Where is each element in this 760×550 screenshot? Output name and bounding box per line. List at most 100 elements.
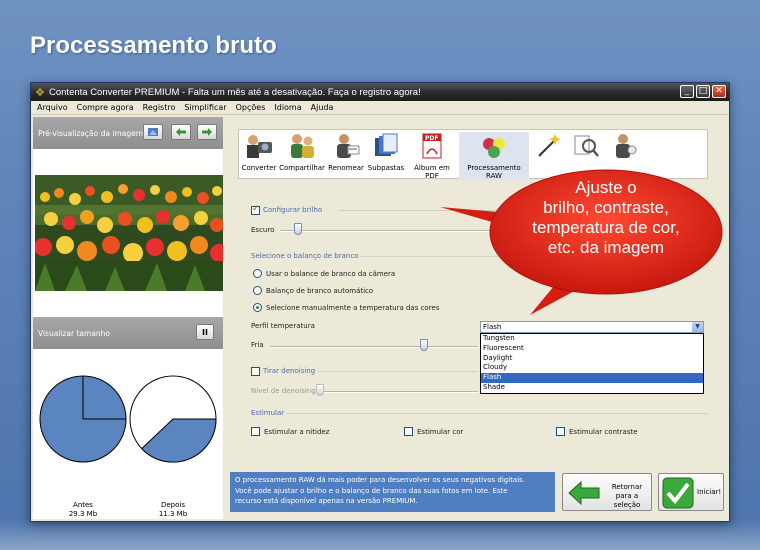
sharpen-checkbox[interactable] xyxy=(251,427,260,436)
tool-compartilhar[interactable]: Compartilhar xyxy=(279,132,325,172)
menu-compre-agora[interactable]: Compre agora xyxy=(77,103,134,112)
tool-album-pdf[interactable]: PDF Álbum em PDF xyxy=(407,132,457,180)
bottom-reflection xyxy=(0,520,760,550)
menu-registro[interactable]: Registro xyxy=(143,103,176,112)
wb-manual-label: Selecione manualmente a temperatura das … xyxy=(266,304,440,312)
callout-line-2: brilho, contraste, xyxy=(543,198,669,217)
preview-header: Pré-visualização da imagem xyxy=(33,117,223,149)
menu-simplificar[interactable]: Simplificar xyxy=(184,103,226,112)
tool-magic[interactable] xyxy=(531,132,565,164)
color-boost-checkbox[interactable] xyxy=(404,427,413,436)
callout-line-3: temperatura de cor, xyxy=(532,218,680,237)
preview-header-label: Pré-visualização da imagem xyxy=(38,128,144,138)
tool-converter[interactable]: Converter xyxy=(241,132,277,172)
pause-icon: II xyxy=(202,327,208,337)
tool-converter-label: Converter xyxy=(241,164,277,172)
size-header-label: Visualizar tamanho xyxy=(38,328,111,338)
info-line-3: recurso está disponível apenas na versão… xyxy=(235,497,418,505)
arrow-left-icon xyxy=(176,128,186,136)
cold-label: Fria xyxy=(251,341,264,349)
brightness-label: Configurar brilho xyxy=(263,206,323,214)
wb-camera-label: Usar o balance de branco da câmera xyxy=(266,270,396,278)
folders-icon xyxy=(375,133,398,156)
camera-person-icon xyxy=(247,135,272,158)
denoise-checkbox[interactable] xyxy=(251,367,260,376)
stimulate-divider xyxy=(286,413,708,414)
arrow-left-icon xyxy=(568,480,600,506)
callout-line-4: etc. da imagem xyxy=(547,238,665,257)
menu-arquivo[interactable]: Arquivo xyxy=(37,103,68,112)
profile-option-flash[interactable]: Flash xyxy=(481,373,703,383)
pause-button[interactable]: II xyxy=(196,324,214,340)
profile-option-cloudy[interactable]: Cloudy xyxy=(481,363,703,373)
back-to-selection-button[interactable]: Retornar para a seleção xyxy=(562,473,652,511)
prev-image-button[interactable] xyxy=(171,124,191,140)
contrast-boost-label: Estimular contraste xyxy=(569,428,638,436)
brightness-slider-thumb[interactable] xyxy=(294,223,302,235)
tool-subpastas[interactable]: Subpastas xyxy=(367,132,405,172)
title-bar[interactable]: Contenta Converter PREMIUM - Falta um mê… xyxy=(31,83,729,101)
before-size: 29.3 Mb xyxy=(68,510,98,518)
pie-after xyxy=(129,375,217,463)
tool-album-pdf-label: Álbum em PDF xyxy=(414,164,450,180)
tool-subpastas-label: Subpastas xyxy=(367,164,405,172)
denoise-slider-thumb[interactable] xyxy=(316,384,324,396)
denoise-slider-track[interactable] xyxy=(316,391,478,393)
minimize-button[interactable]: _ xyxy=(680,85,694,98)
preview-panel: Pré-visualização da imagem Visualizar ta… xyxy=(33,117,223,519)
tool-settings[interactable] xyxy=(607,132,641,164)
stimulate-group-label: Estimular xyxy=(251,409,285,417)
tool-compartilhar-label: Compartilhar xyxy=(279,164,325,172)
checkmark-icon xyxy=(662,477,694,509)
contrast-boost-checkbox[interactable] xyxy=(556,427,565,436)
tool-renomear-label: Renomear xyxy=(328,164,364,172)
wb-manual-radio[interactable] xyxy=(253,303,262,312)
size-header: Visualizar tamanho II xyxy=(33,317,223,349)
rotate-button[interactable] xyxy=(143,124,163,140)
preview-image xyxy=(35,175,223,291)
tool-renomear[interactable]: Renomear xyxy=(327,132,365,172)
after-size: 11.3 Mb xyxy=(158,510,188,518)
menu-ajuda[interactable]: Ajuda xyxy=(311,103,334,112)
profile-option-daylight[interactable]: Daylight xyxy=(481,354,703,364)
start-label: Iniciar! xyxy=(697,488,722,496)
temperature-slider-thumb[interactable] xyxy=(420,339,428,351)
arrow-right-icon xyxy=(202,128,212,136)
svg-text:PDF: PDF xyxy=(425,135,438,142)
wb-camera-radio[interactable] xyxy=(253,269,262,278)
temperature-profile-dropdown: Tungsten Fluorescent Daylight Cloudy Fla… xyxy=(480,333,704,394)
info-line-2: Você pode ajustar o brilho e o balanço d… xyxy=(235,486,508,495)
pdf-icon: PDF xyxy=(422,133,442,159)
white-balance-group-label: Selecione o balanço de branco xyxy=(251,252,359,260)
chevron-down-icon[interactable]: ▼ xyxy=(692,322,703,332)
profile-option-tungsten[interactable]: Tungsten xyxy=(481,334,703,344)
denoise-label: Tirar denoising xyxy=(263,367,316,375)
callout-line-1: Ajuste o xyxy=(575,178,637,197)
slide-title: Processamento bruto xyxy=(30,32,277,59)
sharpen-label: Estimular a nitidez xyxy=(264,428,330,436)
temperature-profile-select[interactable]: Flash ▼ xyxy=(480,321,704,333)
people-icon xyxy=(291,134,314,158)
maximize-button[interactable]: □ xyxy=(696,85,710,98)
after-label: Depois xyxy=(160,501,185,509)
wb-auto-label: Balanço de branco automático xyxy=(266,287,374,295)
profile-option-fluorescent[interactable]: Fluorescent xyxy=(481,344,703,354)
next-image-button[interactable] xyxy=(197,124,217,140)
brightness-checkbox[interactable] xyxy=(251,204,260,215)
color-balls-icon xyxy=(483,138,505,158)
person-rename-icon xyxy=(337,134,360,158)
menu-opcoes[interactable]: Opções xyxy=(236,103,266,112)
app-logo-icon xyxy=(36,88,44,96)
menu-idioma[interactable]: Idioma xyxy=(274,103,301,112)
close-button[interactable]: ✕ xyxy=(712,85,726,98)
menu-bar: Arquivo Compre agora Registro Simplifica… xyxy=(31,101,729,115)
profile-option-shade[interactable]: Shade xyxy=(481,383,703,393)
wb-auto-radio[interactable] xyxy=(253,286,262,295)
tool-search[interactable] xyxy=(569,132,603,164)
before-label: Antes xyxy=(73,501,93,509)
back-line-2: para a seleção xyxy=(613,492,641,509)
color-boost-label: Estimular cor xyxy=(417,428,464,436)
start-button[interactable]: Iniciar! xyxy=(658,473,724,511)
temperature-slider-track[interactable] xyxy=(270,346,478,348)
brightness-slider-track[interactable] xyxy=(280,230,520,232)
